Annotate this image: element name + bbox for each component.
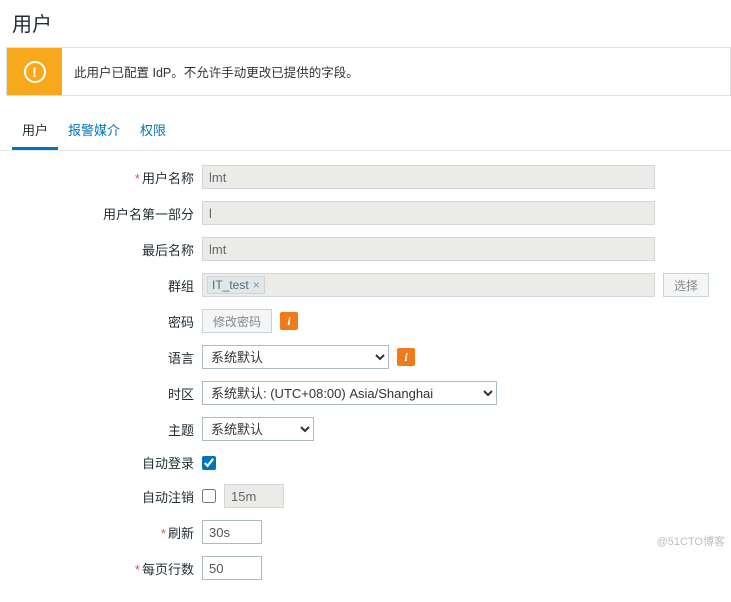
label-theme: 主题 — [10, 420, 202, 439]
change-password-button[interactable]: 修改密码 — [202, 309, 272, 333]
label-username: *用户名称 — [10, 168, 202, 187]
username-input — [202, 165, 655, 189]
lastname-input — [202, 237, 655, 261]
watermark: @51CTO博客 — [657, 533, 725, 549]
warning-icon-wrap: ! — [7, 48, 62, 95]
refresh-input[interactable] — [202, 520, 262, 544]
groups-input[interactable]: IT_test × — [202, 273, 655, 297]
tab-user[interactable]: 用户 — [12, 114, 58, 150]
autologout-value — [224, 484, 284, 508]
label-language: 语言 — [10, 348, 202, 367]
label-autologin: 自动登录 — [10, 453, 202, 472]
label-timezone: 时区 — [10, 384, 202, 403]
username-first-input — [202, 201, 655, 225]
group-tag: IT_test × — [207, 276, 265, 294]
autologin-checkbox[interactable] — [202, 456, 216, 470]
tab-permissions[interactable]: 权限 — [130, 114, 176, 150]
select-groups-button[interactable]: 选择 — [663, 273, 709, 297]
label-username-first: 用户名第一部分 — [10, 204, 202, 223]
label-autologout: 自动注销 — [10, 487, 202, 506]
theme-select[interactable]: 系统默认 — [202, 417, 314, 441]
label-groups: 群组 — [10, 276, 202, 295]
autologout-checkbox[interactable] — [202, 489, 216, 503]
warning-text: 此用户已配置 IdP。不允许手动更改已提供的字段。 — [62, 48, 371, 95]
rows-input[interactable] — [202, 556, 262, 580]
label-refresh: *刷新 — [10, 523, 202, 542]
page-title: 用户 — [0, 0, 731, 47]
label-lastname: 最后名称 — [10, 240, 202, 259]
warning-icon: ! — [24, 61, 46, 83]
timezone-select[interactable]: 系统默认: (UTC+08:00) Asia/Shanghai — [202, 381, 497, 405]
label-password: 密码 — [10, 312, 202, 331]
info-icon[interactable]: i — [280, 312, 298, 330]
language-select[interactable]: 系统默认 — [202, 345, 389, 369]
user-form: *用户名称 用户名第一部分 最后名称 群组 IT_test × 选择 密码 修改… — [0, 151, 731, 602]
warning-banner: ! 此用户已配置 IdP。不允许手动更改已提供的字段。 — [6, 47, 731, 96]
label-rows: *每页行数 — [10, 559, 202, 578]
group-tag-label: IT_test — [212, 278, 249, 292]
info-icon[interactable]: i — [397, 348, 415, 366]
tab-media[interactable]: 报警媒介 — [58, 114, 130, 150]
close-icon[interactable]: × — [253, 278, 260, 292]
tabs: 用户 报警媒介 权限 — [0, 96, 731, 151]
